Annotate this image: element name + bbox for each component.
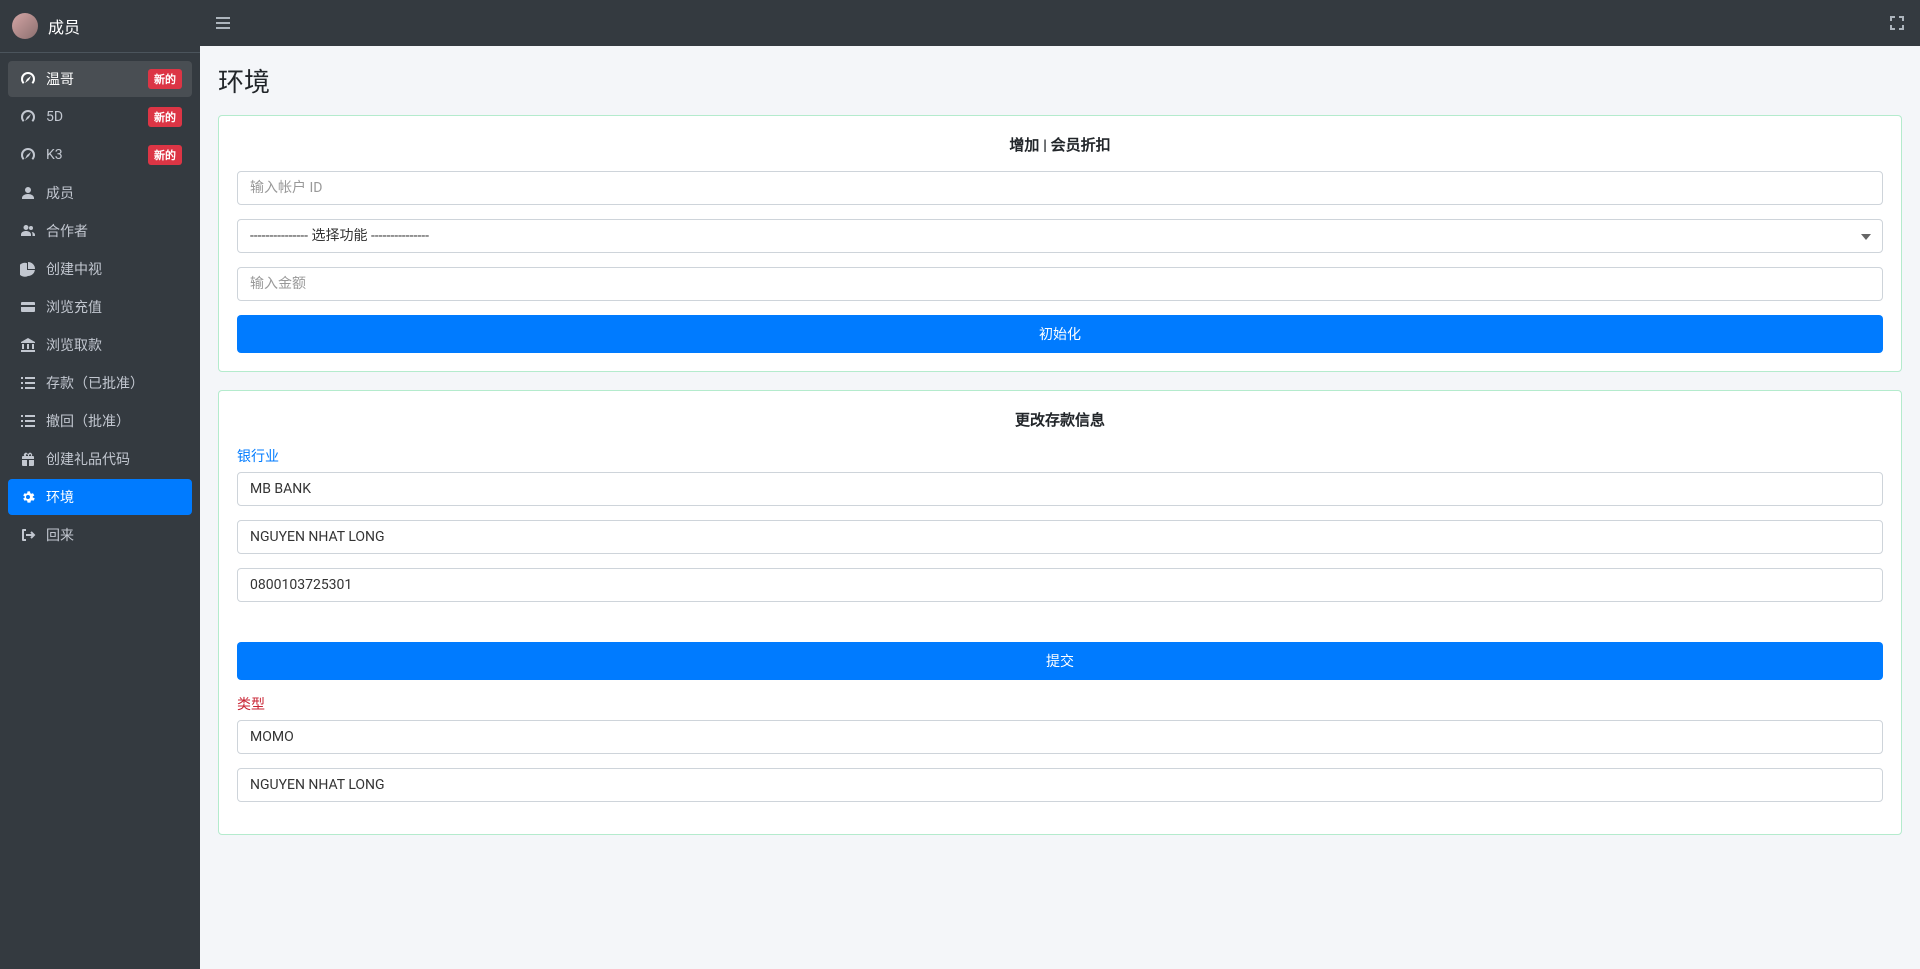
bars-icon: [216, 16, 230, 30]
sidebar-item-8[interactable]: 存款（已批准）: [8, 365, 192, 401]
brand[interactable]: 成员: [0, 0, 200, 53]
sidebar-item-label: K3: [46, 147, 148, 163]
avatar: [12, 13, 38, 39]
momo-name-input[interactable]: [237, 768, 1883, 802]
new-badge: 新的: [148, 107, 182, 127]
card-title: 增加 | 会员折扣: [237, 134, 1883, 155]
discount-card: 增加 | 会员折扣 --------------- 选择功能 ---------…: [218, 115, 1902, 372]
user-icon: [18, 185, 38, 201]
initialize-button[interactable]: 初始化: [237, 315, 1883, 353]
sidebar-item-label: 环境: [46, 487, 182, 507]
card-title: 更改存款信息: [237, 409, 1883, 430]
dashboard-icon: [18, 71, 38, 87]
sidebar-item-1[interactable]: 5D新的: [8, 99, 192, 135]
sidebar-item-4[interactable]: 合作者: [8, 213, 192, 249]
card-icon: [18, 299, 38, 315]
sidebar-item-5[interactable]: 创建中视: [8, 251, 192, 287]
dashboard-icon: [18, 109, 38, 125]
dashboard-icon: [18, 147, 38, 163]
topbar: [200, 0, 1920, 46]
deposit-info-card: 更改存款信息 银行业 提交 类型: [218, 390, 1902, 835]
sidebar-item-label: 成员: [46, 183, 182, 203]
brand-title: 成员: [48, 14, 80, 38]
sidebar: 成员 温哥新的5D新的K3新的成员合作者创建中视浏览充值浏览取款存款（已批准）撤…: [0, 0, 200, 969]
new-badge: 新的: [148, 145, 182, 165]
nav-list: 温哥新的5D新的K3新的成员合作者创建中视浏览充值浏览取款存款（已批准）撤回（批…: [0, 53, 200, 563]
bank-name-input[interactable]: [237, 472, 1883, 506]
fullscreen-button[interactable]: [1890, 16, 1904, 30]
list-icon: [18, 413, 38, 429]
sidebar-item-label: 合作者: [46, 221, 182, 241]
gear-icon: [18, 489, 38, 505]
sidebar-item-label: 回来: [46, 525, 182, 545]
users-icon: [18, 223, 38, 239]
bank-icon: [18, 337, 38, 353]
sidebar-item-label: 5D: [46, 109, 148, 125]
account-name-input[interactable]: [237, 520, 1883, 554]
menu-toggle-button[interactable]: [216, 16, 230, 30]
sidebar-item-0[interactable]: 温哥新的: [8, 61, 192, 97]
sidebar-item-label: 创建礼品代码: [46, 449, 182, 469]
sidebar-item-6[interactable]: 浏览充值: [8, 289, 192, 325]
sidebar-item-label: 撤回（批准）: [46, 411, 182, 431]
type-label: 类型: [237, 694, 1883, 714]
pie-icon: [18, 261, 38, 277]
sidebar-item-9[interactable]: 撤回（批准）: [8, 403, 192, 439]
submit-bank-button[interactable]: 提交: [237, 642, 1883, 680]
bank-label: 银行业: [237, 446, 1883, 466]
list-icon: [18, 375, 38, 391]
sidebar-item-11[interactable]: 环境: [8, 479, 192, 515]
function-select[interactable]: --------------- 选择功能 ---------------: [237, 219, 1883, 253]
gift-icon: [18, 451, 38, 467]
type-input[interactable]: [237, 720, 1883, 754]
expand-icon: [1890, 16, 1904, 30]
sidebar-item-label: 存款（已批准）: [46, 373, 182, 393]
sidebar-item-label: 浏览取款: [46, 335, 182, 355]
main: 环境 增加 | 会员折扣 --------------- 选择功能 ------…: [200, 0, 1920, 969]
sidebar-item-12[interactable]: 回来: [8, 517, 192, 553]
sidebar-item-7[interactable]: 浏览取款: [8, 327, 192, 363]
account-number-input[interactable]: [237, 568, 1883, 602]
sidebar-item-label: 创建中视: [46, 259, 182, 279]
sidebar-item-label: 温哥: [46, 69, 148, 89]
page-title: 环境: [218, 62, 1902, 99]
logout-icon: [18, 527, 38, 543]
sidebar-item-10[interactable]: 创建礼品代码: [8, 441, 192, 477]
new-badge: 新的: [148, 69, 182, 89]
amount-input[interactable]: [237, 267, 1883, 301]
content: 环境 增加 | 会员折扣 --------------- 选择功能 ------…: [200, 46, 1920, 869]
sidebar-item-2[interactable]: K3新的: [8, 137, 192, 173]
sidebar-item-3[interactable]: 成员: [8, 175, 192, 211]
account-id-input[interactable]: [237, 171, 1883, 205]
sidebar-item-label: 浏览充值: [46, 297, 182, 317]
